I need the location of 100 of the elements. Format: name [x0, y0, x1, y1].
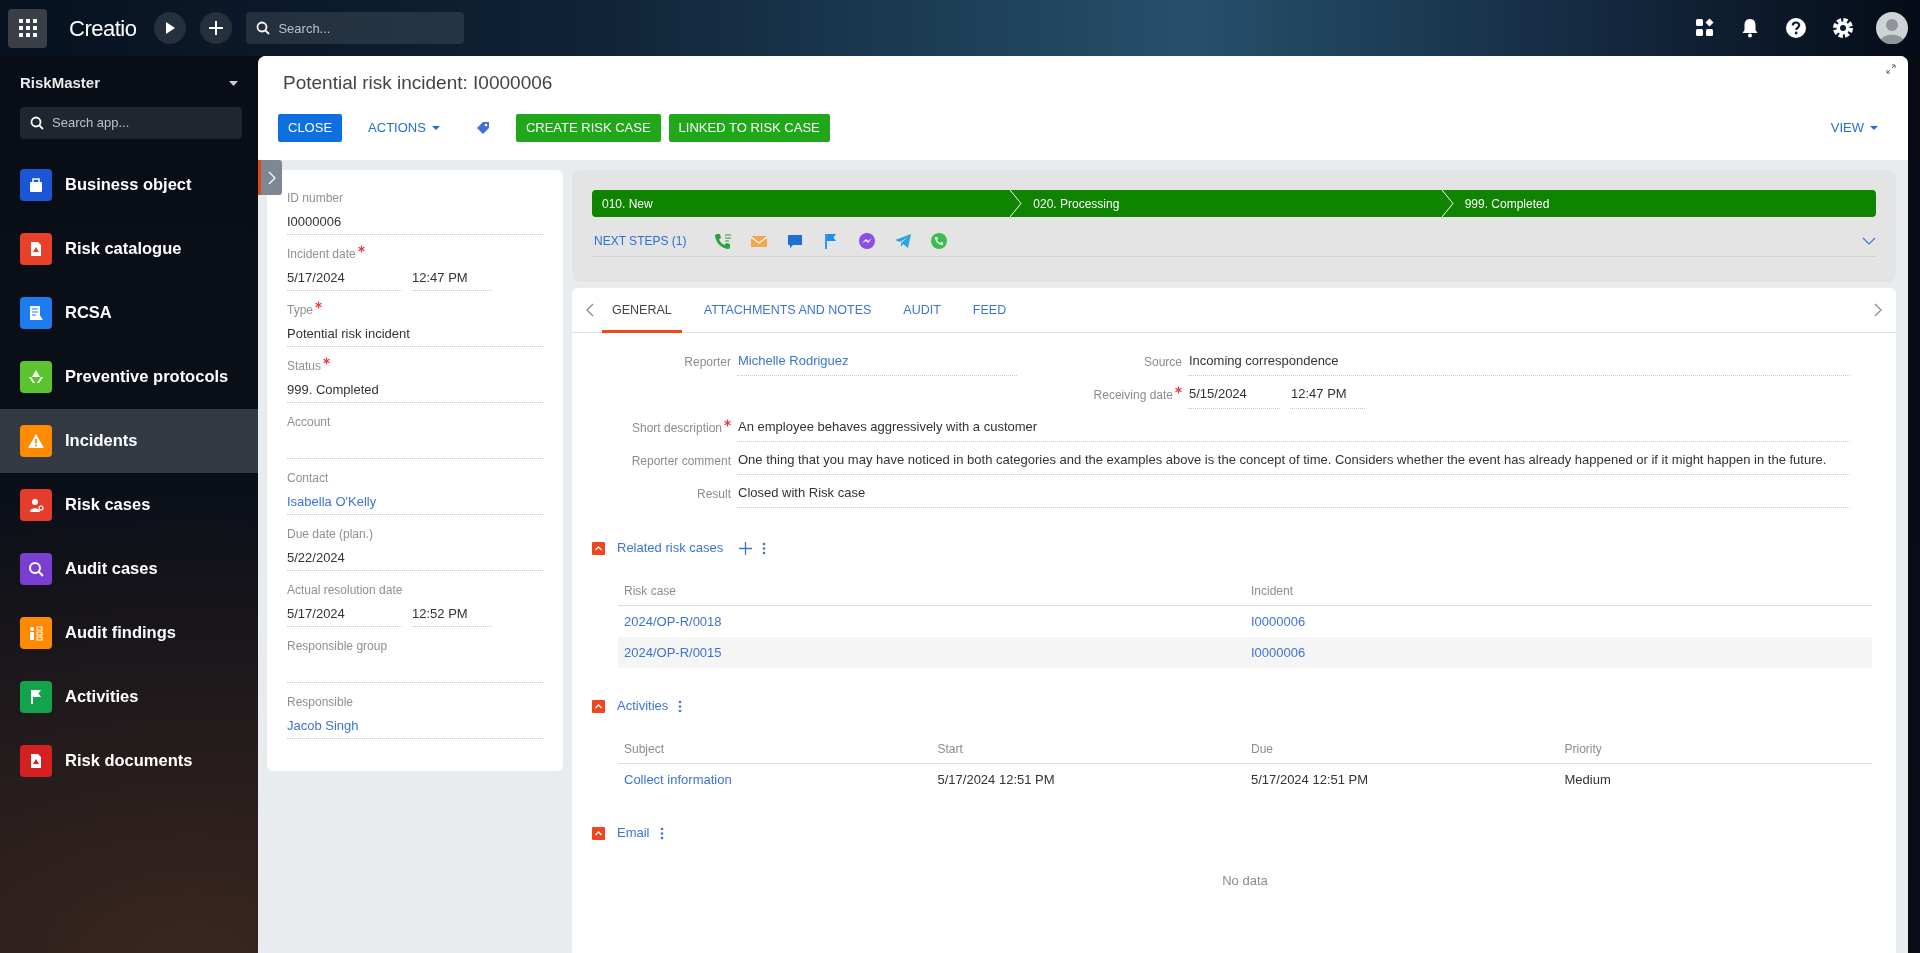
chevron-divider-icon: [1009, 190, 1024, 217]
required-mark-icon: [724, 419, 731, 427]
more-icon[interactable]: [659, 826, 664, 840]
cell-link[interactable]: 2024/OP-R/0018: [624, 613, 722, 629]
cell-link[interactable]: Collect information: [624, 771, 732, 787]
field-label: Incident date: [287, 246, 356, 263]
workspace-name: RiskMaster: [20, 73, 101, 93]
field-value[interactable]: Incoming correspondence: [1188, 345, 1850, 376]
sidebar-item[interactable]: Activities: [0, 664, 258, 729]
required-mark-icon: [315, 301, 322, 309]
next-steps-link[interactable]: NEXT STEPS (1): [594, 231, 687, 250]
sidebar-item[interactable]: Preventive protocols: [0, 344, 258, 409]
section-title[interactable]: Activities: [617, 696, 669, 716]
sidebar-item[interactable]: Incidents: [0, 408, 258, 473]
field-value[interactable]: 999. Completed: [287, 375, 543, 403]
field-label: Status: [287, 358, 322, 375]
tab[interactable]: AUDIT: [893, 287, 951, 333]
phone-bubble-icon[interactable]: [930, 231, 949, 250]
chevron-left-icon[interactable]: [586, 303, 594, 317]
phone-icon[interactable]: [714, 231, 733, 250]
sidebar-item[interactable]: RCSA: [0, 280, 258, 345]
more-icon[interactable]: [678, 699, 683, 713]
sidebar-item[interactable]: Risk catalogue: [0, 216, 258, 281]
section-title[interactable]: Related risk cases: [617, 538, 724, 558]
table-cell: 5/17/2024 12:51 PM: [937, 771, 1055, 787]
tab[interactable]: GENERAL: [602, 287, 682, 333]
tab[interactable]: ATTACHMENTS AND NOTES: [693, 287, 882, 333]
field-link[interactable]: Jacob Singh: [287, 711, 543, 739]
chevron-divider-icon: [1440, 190, 1455, 217]
field-value[interactable]: 5/22/2024: [287, 543, 543, 571]
plus-icon[interactable]: [739, 541, 753, 555]
cell-link[interactable]: 2024/OP-R/0015: [624, 644, 722, 660]
app-menu-button[interactable]: [8, 8, 47, 48]
time-field[interactable]: 12:52 PM: [412, 599, 492, 627]
expand-icon[interactable]: [1886, 64, 1896, 74]
user-avatar[interactable]: [1876, 12, 1908, 44]
settings-icon[interactable]: [1832, 17, 1854, 39]
table-cell: 5/17/2024 12:51 PM: [1251, 771, 1369, 787]
help-icon[interactable]: [1785, 17, 1807, 39]
sidebar-item[interactable]: Risk documents: [0, 728, 258, 793]
field-value[interactable]: 5/15/2024: [1188, 378, 1280, 409]
close-button[interactable]: CLOSE: [278, 113, 343, 142]
field-value[interactable]: One thing that you may have noticed in both categories and the examples above is the concept of time. Considers whether the event has already happened or if it might happen in the future.: [737, 444, 1850, 475]
time-field[interactable]: 12:47 PM: [412, 263, 492, 291]
sidebar-item[interactable]: Business object: [0, 152, 258, 217]
field-link[interactable]: Michelle Rodriguez: [737, 345, 1017, 376]
view-button[interactable]: VIEW: [1820, 113, 1888, 142]
field-value[interactable]: Potential risk incident: [287, 319, 543, 347]
more-icon[interactable]: [762, 541, 767, 555]
column-header: Priority: [1564, 741, 1602, 756]
chevron-down-icon[interactable]: [1862, 236, 1876, 245]
collapse-icon[interactable]: [592, 541, 605, 555]
time-field[interactable]: 12:47 PM: [1290, 378, 1365, 409]
widgets-icon[interactable]: [1695, 18, 1715, 38]
field-label: Actual resolution date: [287, 582, 403, 599]
field-value[interactable]: 5/17/2024: [287, 599, 402, 627]
field-value[interactable]: An employee behaves aggressively with a customer: [737, 411, 1850, 442]
logo: Creatio: [69, 14, 137, 43]
add-button[interactable]: [200, 12, 233, 44]
field-value[interactable]: Closed with Risk case: [737, 477, 1850, 508]
chevron-right-icon[interactable]: [1874, 303, 1882, 317]
section-title[interactable]: Email: [617, 823, 650, 843]
app-search-field[interactable]: Search app...: [20, 106, 242, 139]
run-button[interactable]: [154, 12, 187, 44]
caret-icon[interactable]: [229, 80, 238, 86]
sidebar-item[interactable]: Risk cases: [0, 472, 258, 537]
search-icon: [30, 115, 44, 130]
cell-link[interactable]: I0000006: [1251, 613, 1306, 629]
field-value[interactable]: I0000006: [287, 207, 543, 235]
field-label: Responsible group: [287, 638, 388, 655]
column-header: Incident: [1251, 583, 1294, 598]
field-link[interactable]: Isabella O'Kelly: [287, 487, 543, 515]
collapse-icon[interactable]: [592, 826, 605, 840]
field-label: ID number: [287, 190, 344, 207]
column-header: Due: [1251, 741, 1273, 756]
field-label: Type: [287, 302, 313, 319]
sidebar-item[interactable]: Audit cases: [0, 536, 258, 601]
required-mark-icon: [357, 245, 365, 253]
paper-plane-icon[interactable]: [894, 231, 913, 250]
column-header: Risk case: [624, 583, 676, 598]
tag-icon: [475, 120, 490, 135]
tab[interactable]: FEED: [962, 287, 1017, 333]
plus-icon: [209, 21, 224, 35]
caret-icon: [1870, 125, 1878, 130]
chevron-right-icon: [267, 170, 276, 185]
stage-step[interactable]: 999. Completed: [1444, 190, 1876, 217]
bolt-bubble-icon[interactable]: [858, 231, 877, 250]
required-mark-icon: [323, 357, 331, 365]
sidebar-item[interactable]: Audit findings: [0, 600, 258, 665]
stage-step[interactable]: 010. New: [592, 190, 1014, 217]
actions-menu-button[interactable]: ACTIONS: [358, 113, 450, 142]
field-value[interactable]: 5/17/2024: [287, 263, 402, 291]
collapse-icon[interactable]: [592, 699, 605, 713]
menu-icon: [18, 19, 37, 37]
search-icon: [256, 21, 271, 35]
column-header: Subject: [624, 741, 665, 756]
cell-link[interactable]: I0000006: [1251, 644, 1306, 660]
bell-icon[interactable]: [1740, 17, 1760, 39]
caret-icon: [431, 125, 440, 130]
panel-toggle-button[interactable]: [258, 160, 282, 195]
